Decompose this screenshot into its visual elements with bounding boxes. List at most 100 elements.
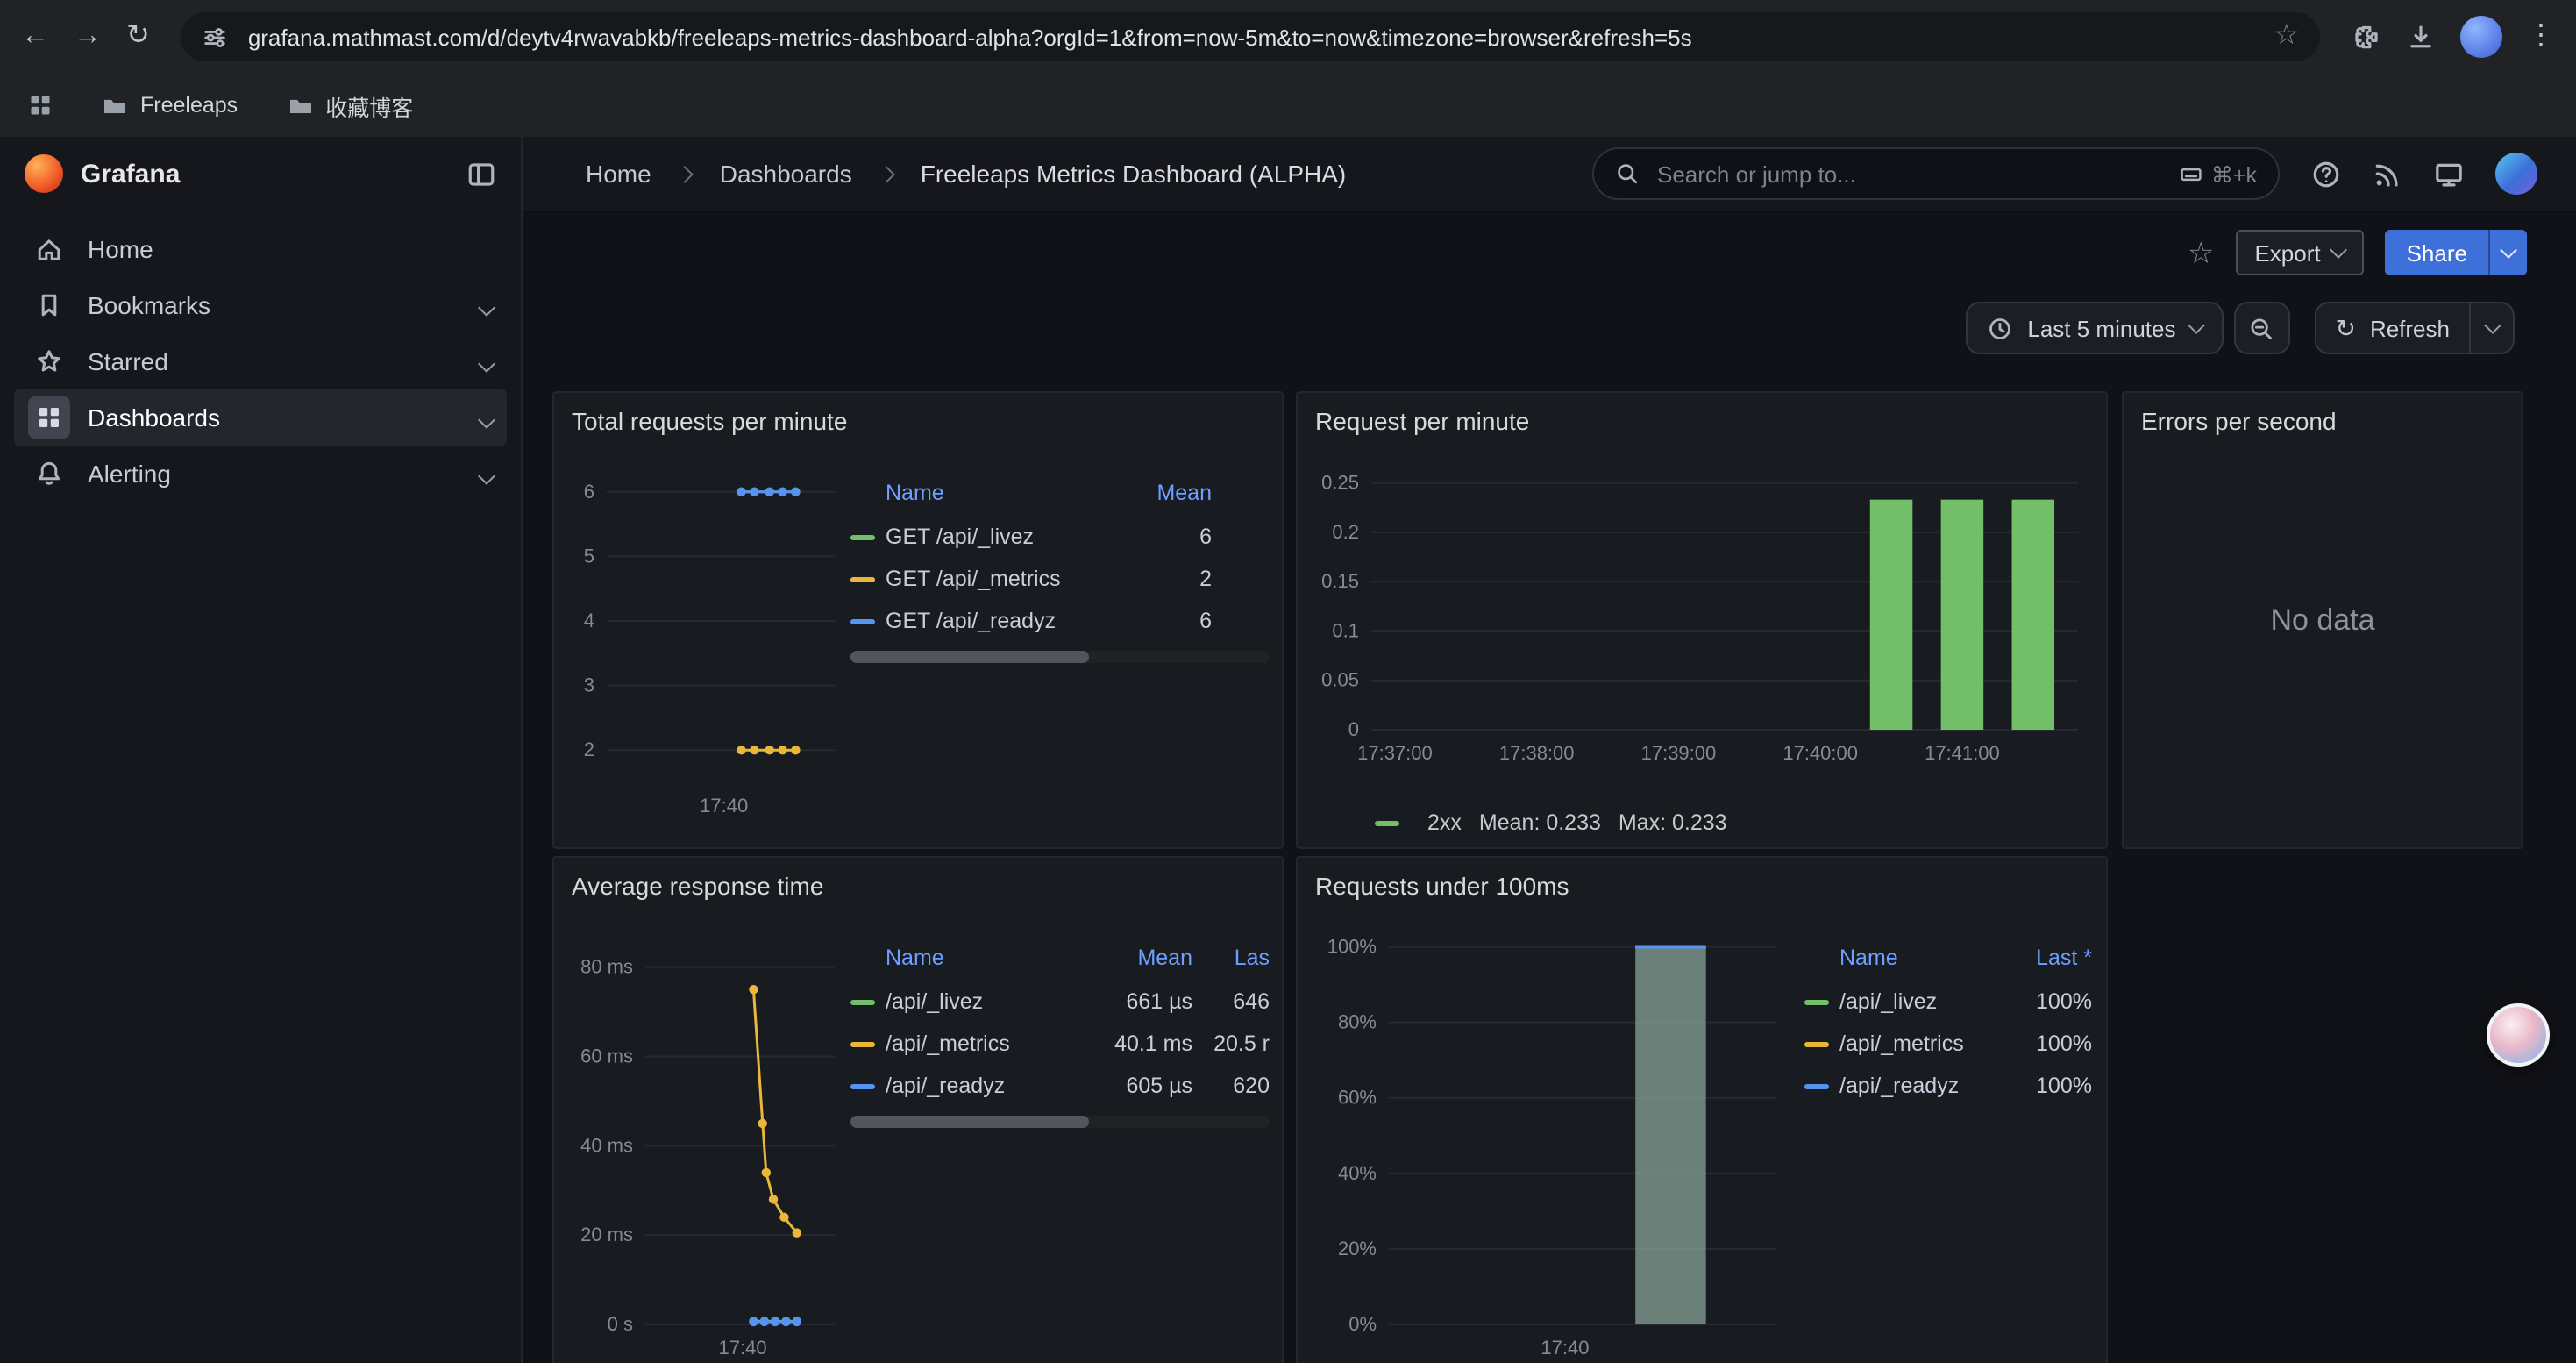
series-name[interactable]: GET /api/_livez — [886, 525, 1149, 549]
legend-row[interactable]: /api/_livez 661 µs 646 — [850, 981, 1270, 1023]
news-rss-icon[interactable] — [2373, 159, 2402, 189]
horizontal-scrollbar[interactable] — [850, 1116, 1270, 1128]
timeseries-chart[interactable]: 80 ms60 ms40 ms20 ms0 s17:40 — [568, 910, 849, 1363]
menu-dots-icon[interactable]: ⋮ — [2527, 23, 2555, 51]
legend-row[interactable]: /api/_metrics 40.1 ms 20.5 r — [850, 1023, 1270, 1065]
bookmark-star-icon[interactable]: ☆ — [2274, 23, 2299, 51]
bookmark-folder-freeleaps[interactable]: Freeleaps — [102, 92, 238, 118]
sidebar-item-alerting[interactable]: Alerting — [14, 446, 507, 502]
svg-text:17:38:00: 17:38:00 — [1499, 742, 1575, 764]
legend-col-last[interactable]: Las — [1192, 946, 1270, 970]
series-last: 100% — [1994, 989, 2092, 1014]
forward-icon[interactable]: → — [74, 23, 102, 51]
bar-chart[interactable]: 100%80%60%40%20%0%17:40 — [1312, 910, 1794, 1363]
legend-col-mean[interactable]: Mean — [1149, 481, 1212, 505]
series-name[interactable]: /api/_metrics — [1839, 1031, 1994, 1056]
breadcrumb-dashboards[interactable]: Dashboards — [720, 160, 852, 188]
sidebar-item-label: Dashboards — [88, 403, 220, 432]
search-box[interactable]: ⌘+k — [1592, 147, 2280, 200]
svg-text:17:39:00: 17:39:00 — [1641, 742, 1717, 764]
legend-col-mean[interactable]: Mean — [1084, 946, 1192, 970]
url-bar[interactable]: ☆ — [181, 12, 2320, 61]
no-data-message: No data — [2124, 393, 2522, 847]
scrollbar-thumb[interactable] — [850, 651, 1089, 663]
favorite-star-icon[interactable]: ☆ — [2188, 238, 2215, 268]
nav-list: Home Bookmarks Starred Dashboards — [0, 211, 521, 502]
series-name[interactable]: /api/_livez — [1839, 989, 1994, 1014]
series-name[interactable]: /api/_readyz — [1839, 1074, 1994, 1098]
panel-title[interactable]: Total requests per minute — [572, 407, 847, 435]
zoom-out-button[interactable] — [2233, 302, 2289, 354]
refresh-interval-button[interactable] — [2469, 302, 2515, 354]
floating-assistant-avatar[interactable] — [2487, 1003, 2550, 1067]
monitor-icon[interactable] — [2434, 159, 2464, 189]
search-input[interactable] — [1654, 159, 2166, 189]
sidebar-item-starred[interactable]: Starred — [14, 333, 507, 389]
panel-title[interactable]: Average response time — [572, 872, 823, 900]
horizontal-scrollbar[interactable] — [850, 651, 1270, 663]
series-name[interactable]: /api/_metrics — [886, 1031, 1084, 1056]
chevron-right-icon — [677, 166, 694, 183]
chevron-down-icon[interactable] — [478, 467, 495, 485]
sidebar-item-home[interactable]: Home — [14, 221, 507, 277]
legend-col-name[interactable]: Name — [1804, 946, 1994, 970]
reload-icon[interactable]: ↻ — [126, 23, 150, 51]
legend-row[interactable]: /api/_readyz 100% — [1804, 1065, 2092, 1107]
chevron-down-icon[interactable] — [478, 411, 495, 429]
legend-row[interactable]: /api/_metrics 100% — [1804, 1023, 2092, 1065]
legend-row[interactable]: GET /api/_readyz 6 — [850, 600, 1270, 642]
url-input[interactable] — [245, 22, 2259, 52]
browser-profile-avatar[interactable] — [2460, 16, 2502, 58]
bar-chart[interactable]: 0.250.20.150.10.05017:37:0017:38:0017:39… — [1312, 446, 2096, 789]
help-icon[interactable] — [2311, 159, 2341, 189]
chevron-down-icon — [2188, 317, 2205, 334]
series-color-dash — [850, 618, 875, 624]
series-last: 100% — [1994, 1074, 2092, 1098]
apps-grid-icon[interactable] — [28, 93, 53, 118]
grafana-logo[interactable] — [25, 154, 63, 193]
series-mean: 661 µs — [1084, 989, 1192, 1014]
legend-row[interactable]: /api/_livez 100% — [1804, 981, 2092, 1023]
share-button[interactable]: Share — [2386, 230, 2488, 275]
legend-col-name[interactable]: Name — [850, 946, 1084, 970]
legend-row[interactable]: GET /api/_metrics 2 — [850, 558, 1270, 600]
sidebar-item-bookmarks[interactable]: Bookmarks — [14, 277, 507, 333]
time-range-picker[interactable]: Last 5 minutes — [1966, 302, 2223, 354]
series-name[interactable]: GET /api/_metrics — [886, 567, 1149, 591]
chevron-down-icon[interactable] — [478, 355, 495, 373]
chevron-down-icon — [2330, 241, 2348, 259]
timeseries-chart[interactable]: 6543217:40 — [568, 446, 849, 835]
series-name[interactable]: /api/_livez — [886, 989, 1084, 1014]
zoom-out-icon — [2248, 315, 2274, 341]
panel-title[interactable]: Request per minute — [1315, 407, 1529, 435]
svg-text:40%: 40% — [1338, 1162, 1377, 1184]
chevron-down-icon[interactable] — [478, 299, 495, 317]
bookmark-icon — [35, 291, 63, 319]
series-last: 100% — [1994, 1031, 2092, 1056]
export-button[interactable]: Export — [2235, 230, 2364, 275]
share-menu-button[interactable] — [2488, 230, 2527, 275]
back-icon[interactable]: ← — [21, 23, 49, 51]
series-mean: 605 µs — [1084, 1074, 1192, 1098]
svg-text:100%: 100% — [1327, 936, 1377, 958]
legend-row[interactable]: /api/_readyz 605 µs 620 — [850, 1065, 1270, 1107]
panel-title[interactable]: Requests under 100ms — [1315, 872, 1569, 900]
sidebar-item-dashboards[interactable]: Dashboards — [14, 389, 507, 446]
bookmark-folder-blogs[interactable]: 收藏博客 — [287, 89, 413, 122]
extensions-puzzle-icon[interactable] — [2352, 22, 2381, 52]
series-name[interactable]: 2xx — [1427, 810, 1462, 835]
series-name[interactable]: /api/_readyz — [886, 1074, 1084, 1098]
scrollbar-thumb[interactable] — [850, 1116, 1089, 1128]
download-icon[interactable] — [2406, 22, 2436, 52]
tune-icon[interactable] — [203, 24, 229, 50]
svg-text:4: 4 — [584, 610, 594, 632]
legend-col-last[interactable]: Last * — [1994, 946, 2092, 970]
refresh-button[interactable]: ↻ Refresh — [2314, 302, 2471, 354]
collapse-sidebar-icon[interactable] — [466, 159, 496, 189]
legend-row[interactable]: GET /api/_livez 6 — [850, 516, 1270, 558]
series-name[interactable]: GET /api/_readyz — [886, 609, 1149, 633]
legend-col-name[interactable]: Name — [850, 481, 1149, 505]
breadcrumb-home[interactable]: Home — [586, 160, 651, 188]
user-avatar[interactable] — [2495, 153, 2537, 195]
sidebar-item-label: Alerting — [88, 460, 171, 488]
